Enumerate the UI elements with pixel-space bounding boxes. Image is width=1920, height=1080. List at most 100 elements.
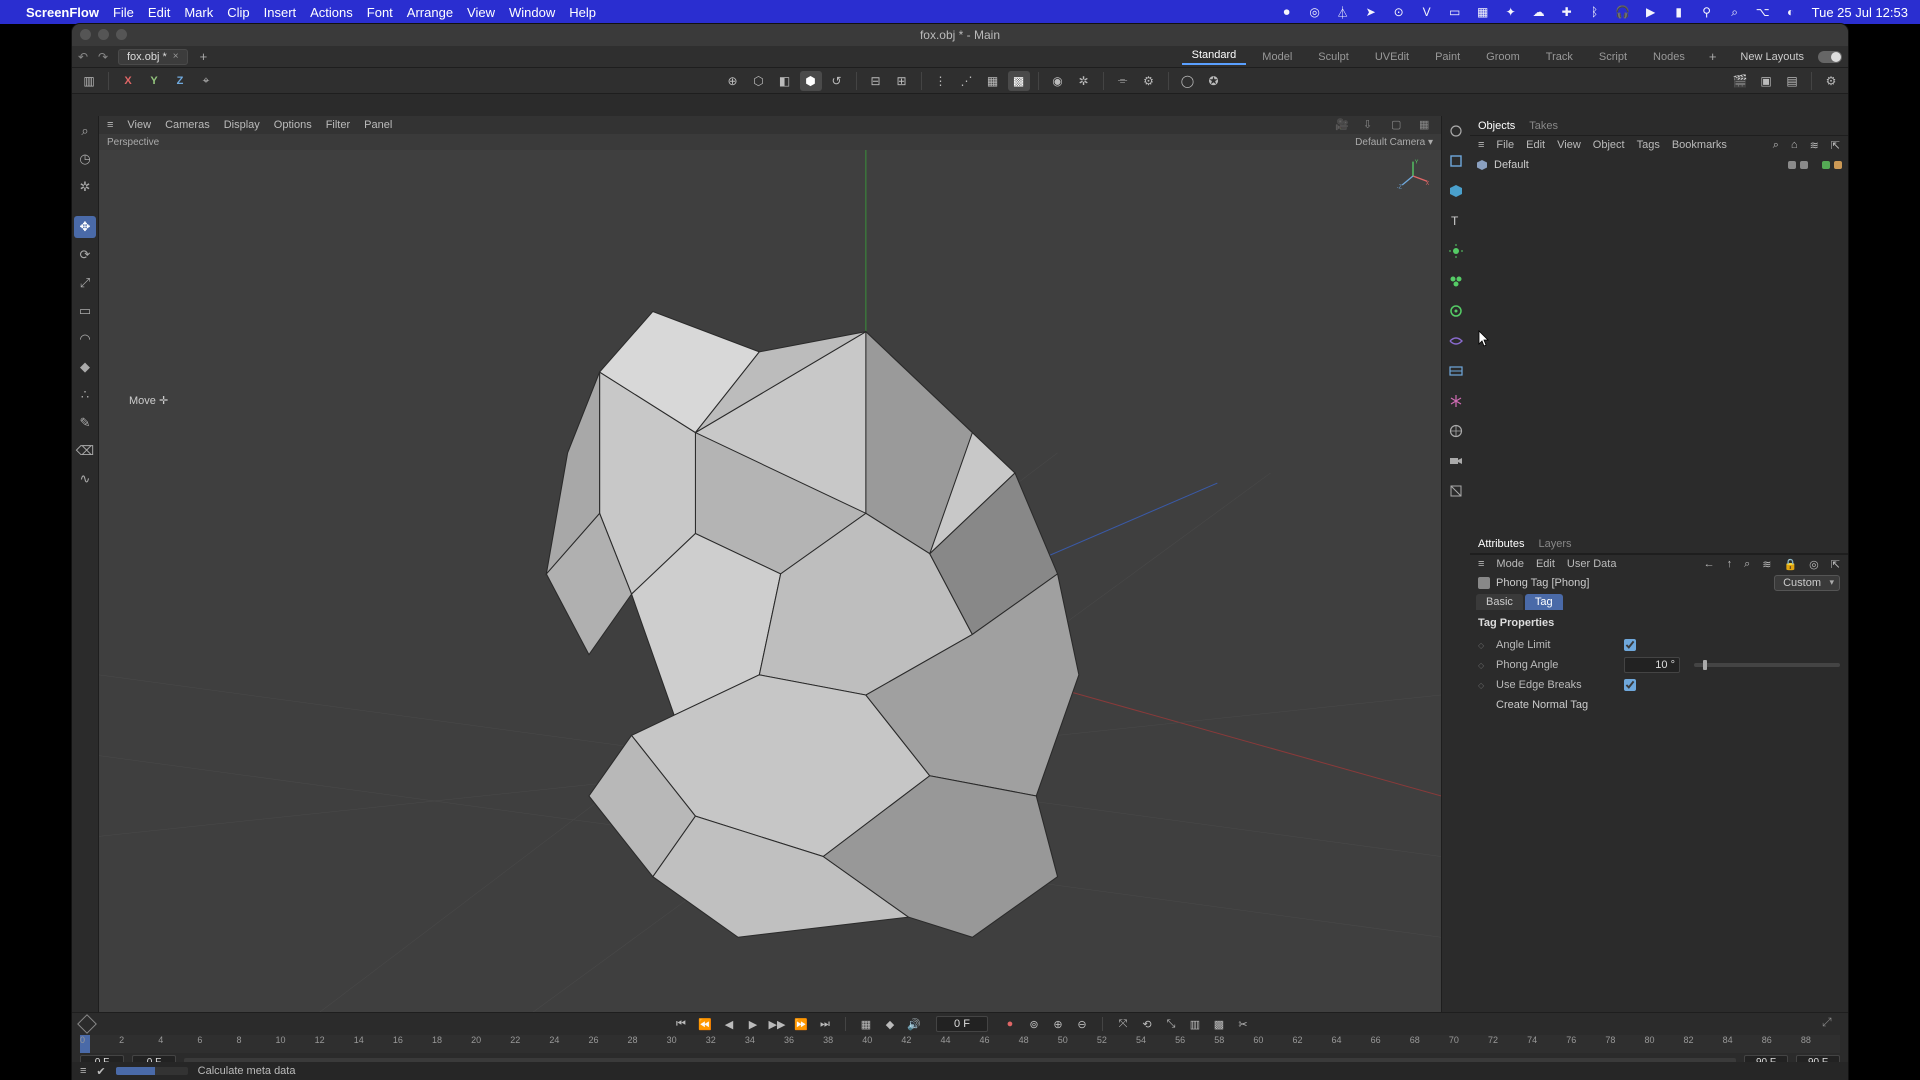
status-arrow-icon[interactable]: ➤ <box>1362 3 1380 21</box>
palette-camera-icon[interactable] <box>1445 450 1467 472</box>
layout-uvedit[interactable]: UVEdit <box>1365 51 1419 63</box>
layout-paint[interactable]: Paint <box>1425 51 1470 63</box>
scale-key-icon[interactable]: ⤡ <box>1161 1015 1181 1033</box>
pla-key-icon[interactable]: ▩ <box>1209 1015 1229 1033</box>
autokey-toggle-icon[interactable]: ⊚ <box>1024 1015 1044 1033</box>
menu-edit[interactable]: Edit <box>148 5 170 20</box>
obj-menu-view[interactable]: View <box>1557 139 1581 151</box>
menu-view[interactable]: View <box>467 5 495 20</box>
vp-menu-panel[interactable]: Panel <box>364 119 392 131</box>
palette-primitive-icon[interactable] <box>1445 180 1467 202</box>
attr-popout-icon[interactable]: ⇱ <box>1831 558 1840 571</box>
attr-menu-mode[interactable]: Mode <box>1496 558 1524 570</box>
symmetry-icon[interactable]: ⌯ <box>1112 71 1134 91</box>
next-key-icon[interactable]: ⏩ <box>791 1015 811 1033</box>
obj-menu-bookmarks[interactable]: Bookmarks <box>1672 139 1727 151</box>
palette-spline-icon[interactable] <box>1445 150 1467 172</box>
palette-text-icon[interactable]: T <box>1445 210 1467 232</box>
menu-actions[interactable]: Actions <box>310 5 353 20</box>
status-battery-icon[interactable]: ▮ <box>1670 3 1688 21</box>
rotate-tool[interactable]: ⟳ <box>74 244 96 266</box>
obj-menu-edit[interactable]: Edit <box>1526 139 1545 151</box>
layout-lock-toggle[interactable] <box>1818 51 1842 63</box>
palette-generator-icon[interactable] <box>1445 270 1467 292</box>
snap-workplane-icon[interactable]: ▩ <box>1008 71 1030 91</box>
keyframe-diamond-icon[interactable]: ◇ <box>1478 641 1488 650</box>
layout-track[interactable]: Track <box>1536 51 1583 63</box>
snap-edge-icon[interactable]: ⋰ <box>956 71 978 91</box>
undo-history-icon[interactable]: ▥ <box>78 71 100 91</box>
slider-phong-angle[interactable] <box>1694 663 1840 667</box>
symmetry-opts-icon[interactable]: ⚙ <box>1138 71 1160 91</box>
vp-hamburger-icon[interactable]: ≡ <box>107 119 113 131</box>
obj-filter-icon[interactable]: ≋ <box>1810 139 1819 152</box>
spline-tool[interactable]: ∿ <box>74 468 96 490</box>
obj-menu-file[interactable]: File <box>1496 139 1514 151</box>
obj-hamburger-icon[interactable]: ≡ <box>1478 139 1484 151</box>
search-tool-icon[interactable]: ⌕ <box>74 120 96 142</box>
attr-back-icon[interactable]: ← <box>1704 558 1715 570</box>
axis-x-toggle[interactable]: X <box>117 71 139 91</box>
attr-target-icon[interactable]: ◎ <box>1809 558 1819 571</box>
palette-null-icon[interactable] <box>1445 120 1467 142</box>
traffic-min-icon[interactable] <box>98 29 109 40</box>
object-row-default[interactable]: Default <box>1476 156 1842 174</box>
menu-window[interactable]: Window <box>509 5 555 20</box>
obj-search-icon[interactable]: ⌕ <box>1773 139 1779 152</box>
axis-y-toggle[interactable]: Y <box>143 71 165 91</box>
menu-insert[interactable]: Insert <box>264 5 297 20</box>
new-layouts-button[interactable]: New Layouts <box>1740 51 1804 63</box>
palette-field-icon[interactable] <box>1445 330 1467 352</box>
subtab-tag[interactable]: Tag <box>1525 594 1563 610</box>
palette-mograph-icon[interactable] <box>1445 300 1467 322</box>
add-document-tab[interactable]: + <box>194 49 214 64</box>
render-queue-icon[interactable]: ▤ <box>1781 71 1803 91</box>
record-icon[interactable]: ● <box>1000 1015 1020 1033</box>
menu-mark[interactable]: Mark <box>184 5 213 20</box>
traffic-max-icon[interactable] <box>116 29 127 40</box>
pivot-mode-icon[interactable]: ◧ <box>774 71 796 91</box>
cursor-mode-icon[interactable]: ⊕ <box>722 71 744 91</box>
rot-key-icon[interactable]: ⟲ <box>1137 1015 1157 1033</box>
status-cloud-icon[interactable]: ☁ <box>1530 3 1548 21</box>
timeline-ruler[interactable]: 0246810121416182022242628303234363840424… <box>80 1035 1840 1053</box>
status-record-icon[interactable]: ⏺ <box>1278 3 1296 21</box>
palette-sky-icon[interactable] <box>1445 420 1467 442</box>
render-pict-icon[interactable]: ▣ <box>1755 71 1777 91</box>
nav-back-icon[interactable]: ↶ <box>78 50 92 64</box>
status-sync-icon[interactable]: ◎ <box>1306 3 1324 21</box>
menu-clip[interactable]: Clip <box>227 5 249 20</box>
move-tool[interactable]: ✥ <box>74 216 96 238</box>
vp-menu-cameras[interactable]: Cameras <box>165 119 210 131</box>
visibility-editor-dot[interactable] <box>1788 161 1796 169</box>
eraser-tool[interactable]: ⌫ <box>74 440 96 462</box>
input-phong-angle[interactable] <box>1624 657 1680 673</box>
status-switch-icon[interactable]: ⌥ <box>1754 3 1772 21</box>
status-headphone-icon[interactable]: 🎧 <box>1614 3 1632 21</box>
filter-key-icon[interactable]: ✂ <box>1233 1015 1253 1033</box>
viewport-canvas[interactable]: Move ✛ Y X -Z <box>99 150 1441 1018</box>
app-name[interactable]: ScreenFlow <box>26 5 99 20</box>
palette-light-icon[interactable] <box>1445 240 1467 262</box>
pos-key-icon[interactable]: ⤧ <box>1113 1015 1133 1033</box>
tag-material-icon[interactable] <box>1834 161 1842 169</box>
axis-gizmo-icon[interactable]: Y X -Z <box>1395 158 1431 194</box>
hud-toggle-icon[interactable]: ◯ <box>1177 71 1199 91</box>
render-settings-icon[interactable]: ⚙ <box>1820 71 1842 91</box>
subtab-basic[interactable]: Basic <box>1476 594 1523 610</box>
layout-sculpt[interactable]: Sculpt <box>1308 51 1359 63</box>
objects-tree[interactable]: Default <box>1470 154 1848 534</box>
status-globe-icon[interactable]: ⊙ <box>1390 3 1408 21</box>
button-create-normal-tag[interactable]: Create Normal Tag <box>1496 699 1588 711</box>
keyopt1-icon[interactable]: ⊕ <box>1048 1015 1068 1033</box>
place-tool[interactable]: ◆ <box>74 356 96 378</box>
layout-nodes[interactable]: Nodes <box>1643 51 1695 63</box>
menu-font[interactable]: Font <box>367 5 393 20</box>
brush-tool[interactable]: ✎ <box>74 412 96 434</box>
world-mode-icon[interactable]: ⬢ <box>800 71 822 91</box>
menu-arrange[interactable]: Arrange <box>407 5 453 20</box>
vp-menu-filter[interactable]: Filter <box>326 119 350 131</box>
obj-popout-icon[interactable]: ⇱ <box>1831 139 1840 152</box>
attributes-mode-select[interactable]: Custom <box>1774 575 1840 591</box>
snap-grid-icon[interactable]: ▦ <box>982 71 1004 91</box>
